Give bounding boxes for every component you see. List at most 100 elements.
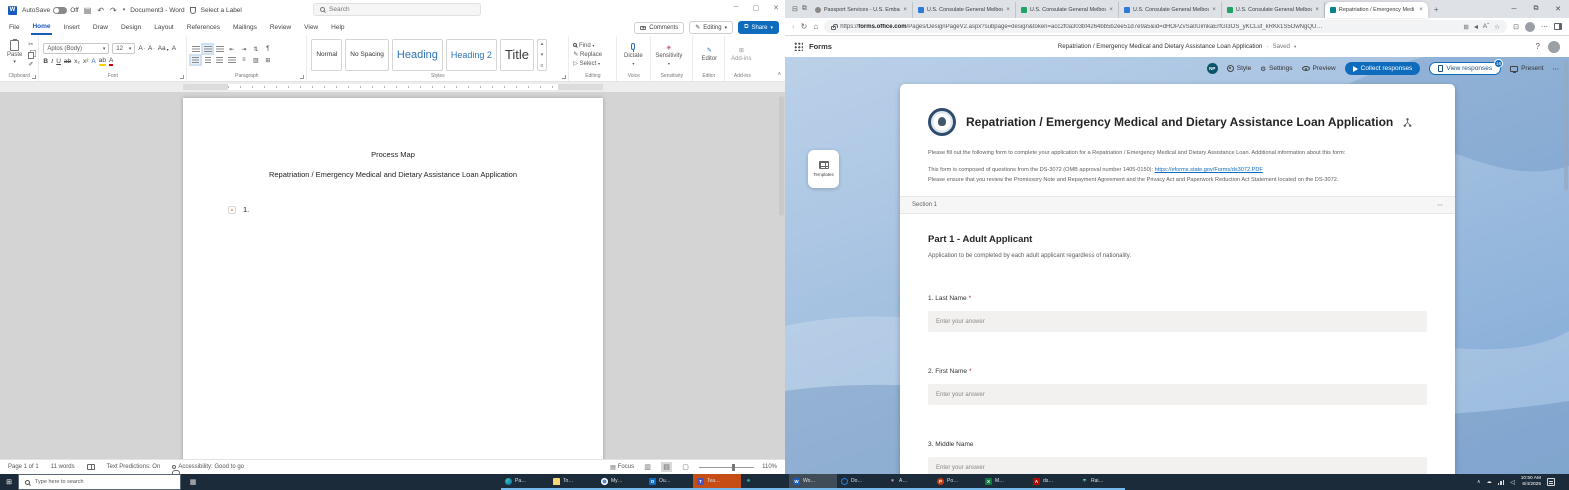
dialog-launcher-icon[interactable]: [300, 75, 304, 79]
tab-home[interactable]: Home: [31, 21, 51, 35]
align-left-icon[interactable]: [191, 56, 200, 64]
present-button[interactable]: Present: [1510, 65, 1543, 72]
tab-review[interactable]: Review: [269, 22, 292, 34]
question-block[interactable]: 3. Middle Name Enter your answer: [900, 441, 1455, 474]
answer-input[interactable]: Enter your answer: [928, 384, 1427, 405]
copy-icon[interactable]: [28, 52, 34, 59]
justify-icon[interactable]: [227, 56, 236, 64]
collections-grid-icon[interactable]: ⊞: [1463, 23, 1468, 31]
shrink-font-button[interactable]: Aˇ: [148, 45, 155, 52]
taskbar-powerpoint[interactable]: PPo…: [933, 474, 981, 490]
browser-profile-avatar[interactable]: [1525, 22, 1535, 32]
page-scrollbar[interactable]: [1564, 60, 1568, 190]
action-center-icon[interactable]: [1547, 478, 1555, 486]
tab-design[interactable]: Design: [120, 22, 142, 34]
editor-button[interactable]: ✎ Editor: [697, 39, 721, 70]
ruler[interactable]: [0, 82, 785, 92]
close-icon[interactable]: ✕: [1547, 5, 1569, 13]
question-block[interactable]: 2. First Name* Enter your answer: [900, 368, 1455, 405]
refresh-icon[interactable]: ↻: [801, 22, 808, 31]
close-tab-icon[interactable]: ×: [1315, 7, 1319, 13]
restore-icon[interactable]: ⧉: [1525, 5, 1547, 13]
web-layout-icon[interactable]: ▢: [680, 462, 691, 472]
clock[interactable]: 10:50 AM 6/4/2025: [1521, 476, 1541, 488]
taskbar-search-box[interactable]: Type here to search: [18, 474, 181, 490]
style-normal[interactable]: Normal: [311, 39, 342, 71]
paste-button[interactable]: Paste▾: [4, 39, 25, 70]
taskbar-app[interactable]: ✳: [741, 474, 789, 490]
superscript-button[interactable]: x²: [83, 58, 88, 65]
replace-button[interactable]: ✎ Replace: [573, 51, 602, 58]
focus-button[interactable]: ▤ Focus: [610, 464, 634, 471]
shading-icon[interactable]: ▨: [251, 56, 260, 64]
tray-expand-icon[interactable]: ∧: [1477, 479, 1481, 485]
extensions-icon[interactable]: ⊡: [1513, 23, 1519, 31]
collapse-ribbon-icon[interactable]: ˄: [777, 72, 781, 78]
section-more-icon[interactable]: ⋯: [1437, 202, 1443, 209]
page-indicator[interactable]: Page 1 of 1: [8, 464, 39, 470]
help-icon[interactable]: ?: [1536, 42, 1540, 51]
tab-view[interactable]: View: [303, 22, 319, 34]
comments-button[interactable]: Comments: [634, 22, 684, 34]
multilevel-list-icon[interactable]: [215, 45, 224, 53]
doc-numbered-list-item[interactable]: 1.: [183, 205, 603, 214]
part-title[interactable]: Part 1 - Adult Applicant: [900, 234, 1455, 245]
question-block[interactable]: 1. Last Name* Enter your answer: [900, 295, 1455, 332]
font-name-combo[interactable]: Aptos (Body)▾: [43, 43, 109, 54]
taskbar-app[interactable]: ✶A…: [885, 474, 933, 490]
print-layout-icon[interactable]: ▤: [661, 462, 672, 472]
tab-mailings[interactable]: Mailings: [232, 22, 258, 34]
browser-tab[interactable]: U.S. Consulate General Melbou×: [913, 2, 1016, 18]
taskbar-acrobat[interactable]: Ads…: [1029, 474, 1077, 490]
taskbar-edge[interactable]: Pa…: [501, 474, 549, 490]
bullets-icon[interactable]: [191, 45, 200, 53]
format-painter-icon[interactable]: ✐: [28, 61, 34, 68]
document-canvas[interactable]: Process Map Repatriation / Emergency Med…: [0, 92, 785, 459]
select-button[interactable]: ▷ Select ▾: [573, 60, 602, 67]
tab-draw[interactable]: Draw: [92, 22, 109, 34]
word-count[interactable]: 11 words: [51, 464, 75, 470]
cut-icon[interactable]: ✂: [28, 41, 34, 48]
browser-tab[interactable]: U.S. Consulate General Melbou×: [1119, 2, 1222, 18]
undo-icon[interactable]: ↶: [97, 6, 104, 15]
grow-font-button[interactable]: Aˆ: [138, 45, 145, 52]
accessibility-status[interactable]: Accessibility: Good to go: [172, 464, 244, 470]
minimize-icon[interactable]: ─: [1503, 6, 1525, 13]
taskbar-outlook[interactable]: OOu…: [645, 474, 693, 490]
align-right-icon[interactable]: [215, 56, 224, 64]
app-launcher-icon[interactable]: [794, 42, 803, 51]
taskbar-file-explorer[interactable]: To…: [549, 474, 597, 490]
preview-button[interactable]: Preview: [1302, 65, 1336, 72]
view-responses-button[interactable]: View responses16: [1429, 62, 1501, 75]
taskbar-excel[interactable]: XM…: [981, 474, 1029, 490]
increase-indent-icon[interactable]: ⇥: [239, 45, 248, 53]
chevron-down-icon[interactable]: ▾: [1294, 44, 1296, 50]
sensitivity-button[interactable]: ◈ Sensitivity▾: [655, 39, 682, 70]
read-mode-icon[interactable]: ▥: [642, 462, 653, 472]
browser-tab-active[interactable]: Repatriation / Emergency Medi×: [1325, 2, 1428, 18]
text-effects-button[interactable]: A: [91, 58, 95, 65]
select-label-button[interactable]: Select a Label: [201, 7, 242, 14]
dialog-launcher-icon[interactable]: [562, 75, 566, 79]
save-icon[interactable]: ▤: [84, 6, 92, 15]
style-heading2[interactable]: Heading 2: [446, 39, 497, 71]
line-spacing-icon[interactable]: ≡: [239, 56, 248, 64]
document-scrollbar[interactable]: [779, 96, 784, 216]
read-aloud-icon[interactable]: [1474, 25, 1478, 29]
styles-gallery-scroll[interactable]: ▴▾≡: [537, 39, 547, 71]
underline-button[interactable]: U: [56, 58, 61, 65]
tab-help[interactable]: Help: [330, 22, 345, 34]
sort-icon[interactable]: ⇅: [251, 45, 260, 53]
forms-app-name[interactable]: Forms: [809, 42, 832, 51]
tab-actions-icon[interactable]: ⊟: [792, 5, 798, 13]
dialog-launcher-icon[interactable]: [32, 75, 36, 79]
tab-file[interactable]: File: [8, 22, 20, 34]
close-tab-icon[interactable]: ×: [1006, 7, 1010, 13]
browser-tab[interactable]: U.S. Consulate General Melbou×: [1222, 2, 1325, 18]
section-header[interactable]: Section 1 ⋯: [900, 196, 1455, 214]
redo-icon[interactable]: ↷: [110, 6, 117, 15]
decrease-indent-icon[interactable]: ⇤: [227, 45, 236, 53]
tab-insert[interactable]: Insert: [63, 22, 81, 34]
style-no-spacing[interactable]: No Spacing: [345, 39, 389, 71]
text-predictions[interactable]: Text Predictions: On: [107, 464, 161, 470]
